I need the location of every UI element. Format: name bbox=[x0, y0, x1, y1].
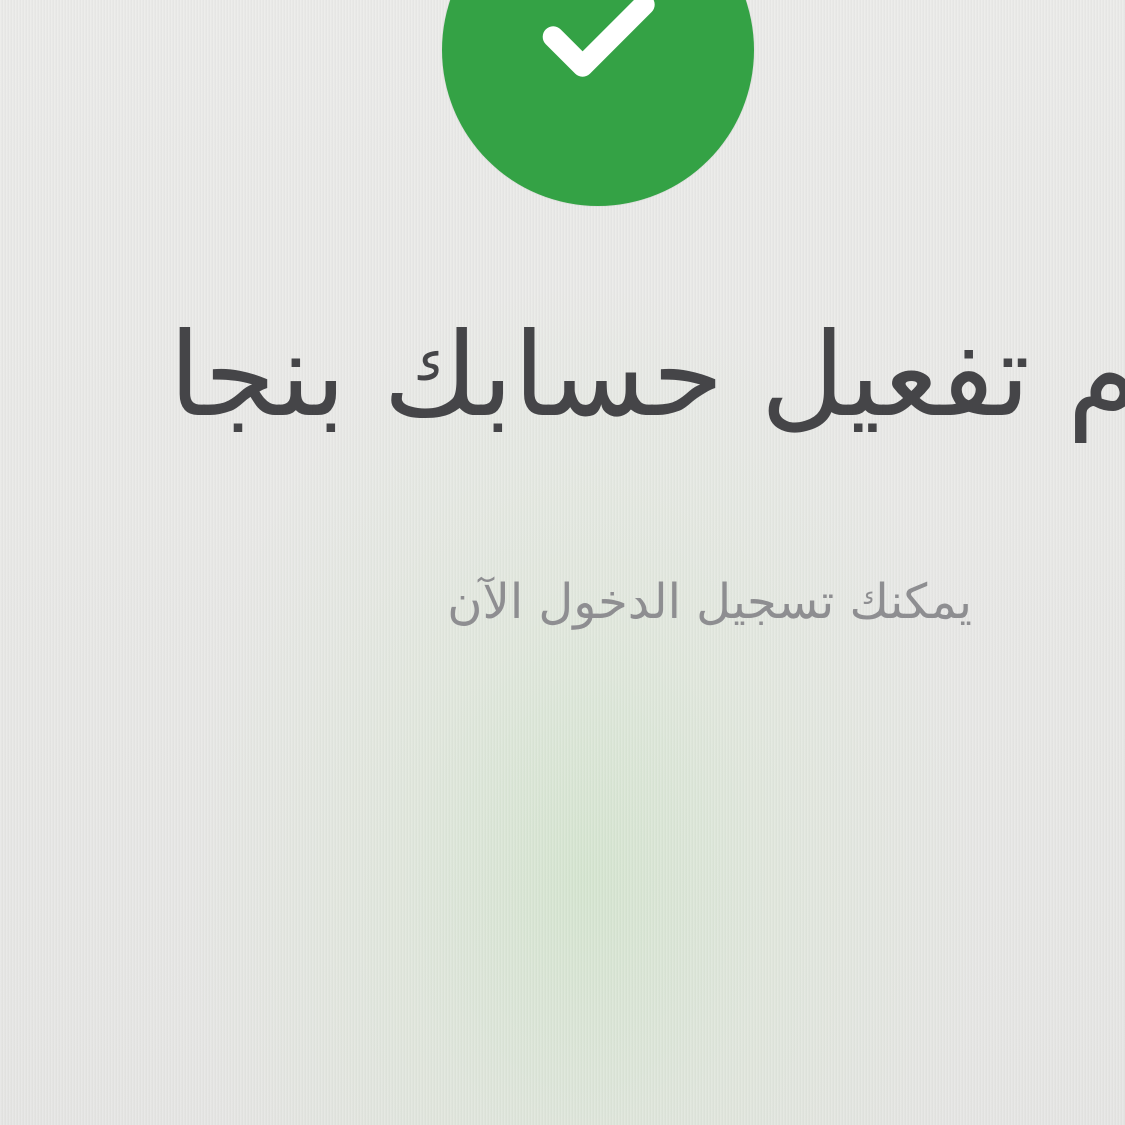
checkmark-icon bbox=[542, 0, 655, 77]
login-now-message: يمكنك تسجيل الدخول الآن bbox=[447, 574, 972, 630]
activation-success-screen: م تفعيل حسابك بنجا يمكنك تسجيل الدخول ال… bbox=[0, 0, 1125, 1125]
activation-success-title: م تفعيل حسابك بنجا bbox=[168, 308, 1125, 443]
check-circle-icon bbox=[442, 0, 754, 206]
